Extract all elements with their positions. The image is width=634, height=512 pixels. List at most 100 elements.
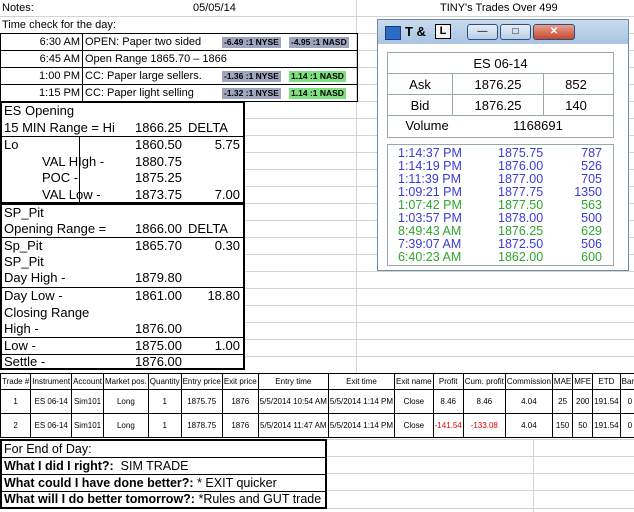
table-cell: 1 bbox=[147, 389, 182, 414]
sheet-title: TINY's Trades Over 499 bbox=[440, 0, 558, 17]
es-lo-label: Lo bbox=[4, 137, 19, 152]
table-cell: 0 bbox=[619, 413, 634, 438]
eod-q3: What will I do better tomorrow?: *Rules … bbox=[4, 491, 321, 507]
ts-prints-list[interactable]: 1:14:37 PM 1875.75 787 1:14:19 PM 1876.00 526… bbox=[387, 144, 614, 266]
time-and-sales-window[interactable]: T & L — □ ✕ ES 06-14 Ask 1876.25 852 Bid… bbox=[377, 19, 629, 271]
table-cell: 5/5/2014 10:54 AM bbox=[257, 389, 329, 414]
time-check-time: 1:00 PM bbox=[39, 70, 80, 82]
ts-print-price: 1862.00 bbox=[498, 250, 544, 264]
table-cell: 2 bbox=[0, 413, 32, 438]
table-cell: Sim101 bbox=[71, 389, 104, 414]
ts-print-time: 6:40:23 AM bbox=[398, 250, 462, 264]
table-cell: 4.04 bbox=[504, 389, 553, 414]
es-lo-value: 1860.50 bbox=[135, 137, 182, 152]
sp-close-high-label: High - bbox=[4, 321, 39, 336]
table-cell: -133.08 bbox=[462, 413, 506, 438]
eod-question-3: What will I do better tomorrow?: bbox=[4, 492, 195, 506]
time-check-time: 6:30 AM bbox=[39, 36, 80, 48]
table-cell: Long bbox=[102, 389, 149, 414]
eod-question-1: What I did I right?: bbox=[4, 459, 114, 473]
table-cell: ES 06-14 bbox=[30, 413, 73, 438]
ts-symbol: ES 06-14 bbox=[473, 56, 528, 71]
es-opening-title: ES Opening bbox=[4, 103, 75, 118]
col-header: Quantity bbox=[147, 373, 182, 390]
bid-label: Bid bbox=[410, 98, 430, 113]
table-cell: Sim101 bbox=[71, 413, 104, 438]
ts-print-size: 600 bbox=[581, 250, 602, 264]
time-check-note: Open Range 1865.70 – 1866 bbox=[85, 53, 227, 65]
link-icon[interactable]: L bbox=[435, 24, 451, 39]
nasd-ratio-badge: 1.14 :1 NASD bbox=[289, 88, 346, 99]
col-header: Entry time bbox=[257, 373, 329, 390]
ts-print-row: 6:40:23 AM 1862.00 600 bbox=[388, 251, 613, 264]
table-cell: 5/5/2014 11:47 AM bbox=[257, 413, 329, 438]
col-header: Cum. profit bbox=[462, 373, 506, 390]
sp-pit-label-2: SP_Pit bbox=[4, 254, 44, 269]
sp-close-low-value: 1875.00 bbox=[135, 338, 182, 353]
table-cell: Close bbox=[394, 413, 434, 438]
table-cell: 4.04 bbox=[504, 413, 553, 438]
es-val-low-label: VAL Low - bbox=[42, 187, 101, 202]
time-check-note: CC: Paper large sellers. bbox=[85, 70, 202, 82]
time-check-time: 6:45 AM bbox=[39, 53, 80, 65]
eod-answer-3: *Rules and GUT trade bbox=[198, 492, 322, 506]
end-of-day-label: For End of Day: bbox=[4, 442, 92, 456]
col-header: ETD bbox=[592, 373, 621, 390]
sp-opening-range-label: Opening Range = bbox=[4, 221, 107, 236]
es-val-delta: 7.00 bbox=[214, 187, 240, 202]
nyse-ratio-badge: -6.49 :1 NYSE bbox=[222, 37, 281, 48]
minimize-button[interactable]: — bbox=[467, 24, 498, 40]
sp-day-range: 18.80 bbox=[207, 288, 240, 303]
es-range-value: 1866.25 bbox=[135, 120, 182, 135]
ask-size: 852 bbox=[565, 77, 587, 92]
table-cell: 1 bbox=[147, 413, 182, 438]
sp-opening-range-value: 1866.00 bbox=[135, 221, 182, 236]
col-header: Exit time bbox=[327, 373, 396, 390]
table-cell: 1878.75 bbox=[180, 413, 223, 438]
table-cell: ES 06-14 bbox=[30, 389, 73, 414]
minimize-icon: — bbox=[477, 26, 488, 37]
col-header: Market pos. bbox=[102, 373, 149, 390]
window-app-icon bbox=[385, 26, 401, 40]
ask-label: Ask bbox=[409, 77, 431, 92]
eod-answer-1: SIM TRADE bbox=[120, 459, 189, 473]
sp-close-high-value: 1876.00 bbox=[135, 321, 182, 336]
sp-day-low-value: 1861.00 bbox=[135, 288, 182, 303]
col-header: Instrument bbox=[30, 373, 73, 390]
volume-label: Volume bbox=[405, 118, 449, 133]
nyse-ratio-badge: -1.36 :1 NYSE bbox=[222, 71, 281, 82]
time-check-box: 6:30 AM OPEN: Paper two sided -6.49 :1 N… bbox=[0, 33, 358, 102]
table-cell: Long bbox=[102, 413, 149, 438]
table-cell: 50 bbox=[572, 413, 594, 438]
eod-question-2: What could I have done better?: bbox=[4, 476, 194, 490]
es-poc-label: POC - bbox=[42, 170, 79, 185]
bid-size: 140 bbox=[565, 98, 587, 113]
table-cell: 0 bbox=[619, 389, 634, 414]
es-val-low-value: 1873.75 bbox=[135, 187, 182, 202]
table-cell: 8.46 bbox=[432, 389, 464, 414]
col-header: MAE bbox=[551, 373, 574, 390]
es-poc-value: 1875.25 bbox=[135, 170, 182, 185]
eod-answer-2: * EXIT quicker bbox=[197, 476, 277, 490]
volume-value: 1168691 bbox=[513, 118, 563, 133]
close-button[interactable]: ✕ bbox=[533, 24, 575, 40]
col-header: Account bbox=[71, 373, 104, 390]
es-val-high-value: 1880.75 bbox=[135, 154, 182, 169]
col-header: Commission bbox=[504, 373, 553, 390]
table-row: 1 ES 06-14 Sim101 Long 1 1875.75 1876 5/… bbox=[0, 389, 634, 414]
nasd-ratio-badge: -4.95 :1 NASD bbox=[289, 37, 349, 48]
table-cell: Close bbox=[394, 389, 434, 414]
sp-close-low-label: Low - bbox=[4, 338, 36, 353]
table-cell: 1875.75 bbox=[180, 389, 223, 414]
table-cell: 191.54 bbox=[592, 389, 621, 414]
table-cell: 5/5/2014 1:14 PM bbox=[327, 413, 396, 438]
maximize-button[interactable]: □ bbox=[500, 24, 531, 40]
date-cell: 05/05/14 bbox=[193, 0, 236, 17]
col-header: Profit bbox=[432, 373, 464, 390]
col-header: Entry price bbox=[180, 373, 223, 390]
col-header: Exit price bbox=[221, 373, 259, 390]
es-delta-value: 5.75 bbox=[214, 137, 240, 152]
ts-title-bar[interactable]: T & L — □ ✕ bbox=[378, 20, 628, 44]
es-delta-label: DELTA bbox=[188, 120, 228, 135]
nyse-ratio-badge: -1.32 :1 NYSE bbox=[222, 88, 281, 99]
